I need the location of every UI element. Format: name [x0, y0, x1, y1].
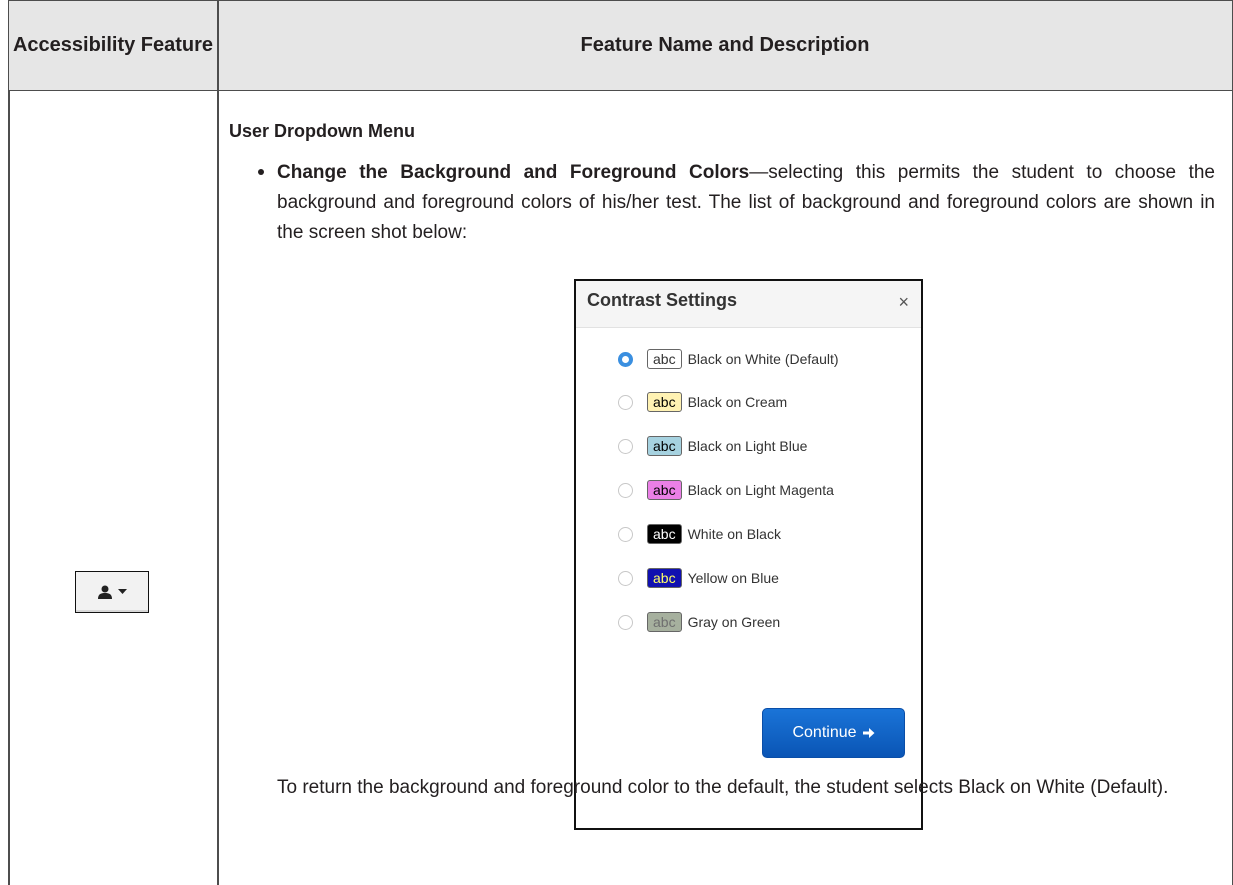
- arrow-right-icon: [862, 728, 875, 738]
- contrast-option-label: Yellow on Blue: [687, 570, 779, 586]
- contrast-swatch: abc: [647, 349, 682, 369]
- contrast-swatch: abc: [647, 524, 682, 544]
- close-icon[interactable]: ×: [898, 293, 909, 311]
- header-accessibility-feature: Accessibility Feature: [12, 34, 214, 56]
- contrast-radio[interactable]: [618, 482, 633, 498]
- contrast-settings-dialog: Contrast Settings × abc Black on White (D…: [574, 279, 923, 830]
- continue-button[interactable]: Continue: [762, 708, 905, 758]
- section-title: User Dropdown Menu: [229, 121, 416, 141]
- contrast-radio[interactable]: [618, 526, 633, 542]
- contrast-option[interactable]: abc White on Black: [618, 522, 781, 546]
- contrast-radio[interactable]: [618, 394, 633, 410]
- contrast-swatch: abc: [647, 568, 682, 588]
- contrast-radio[interactable]: [618, 438, 633, 454]
- user-dropdown-button[interactable]: [75, 571, 149, 613]
- contrast-option[interactable]: abc Yellow on Blue: [618, 566, 779, 590]
- contrast-swatch: abc: [647, 436, 682, 456]
- column-divider: [217, 0, 219, 885]
- table-left-border: [8, 91, 10, 885]
- caret-down-icon: [118, 589, 127, 594]
- bullet-icon: [258, 169, 264, 175]
- contrast-option-label: Black on Light Magenta: [687, 482, 834, 498]
- contrast-option-label: Black on Cream: [687, 394, 788, 410]
- contrast-option[interactable]: abc Black on Light Magenta: [618, 478, 834, 502]
- contrast-option[interactable]: abc Gray on Green: [618, 610, 780, 634]
- contrast-swatch: abc: [647, 392, 682, 412]
- contrast-option[interactable]: abc Black on Cream: [618, 390, 787, 414]
- feature-name: Change the Background and Foreground Col…: [277, 162, 750, 183]
- contrast-swatch: abc: [647, 480, 682, 500]
- feature-description: Change the Background and Foreground Col…: [277, 158, 1215, 248]
- contrast-radio[interactable]: [618, 614, 633, 630]
- contrast-swatch: abc: [647, 612, 682, 632]
- dialog-header: Contrast Settings ×: [576, 281, 921, 328]
- contrast-option[interactable]: abc Black on White (Default): [618, 347, 839, 371]
- contrast-option-label: Black on Light Blue: [687, 438, 808, 454]
- contrast-radio[interactable]: [618, 351, 633, 367]
- accessibility-table: Accessibility Feature Feature Name and D…: [0, 0, 1233, 885]
- contrast-option[interactable]: abc Black on Light Blue: [618, 434, 807, 458]
- continue-label: Continue: [792, 724, 857, 741]
- contrast-option-label: White on Black: [687, 526, 781, 542]
- contrast-option-label: Gray on Green: [687, 614, 781, 630]
- default-instructions: To return the background and foreground …: [277, 777, 1169, 798]
- contrast-radio[interactable]: [618, 570, 633, 586]
- user-icon: [98, 585, 112, 599]
- dialog-title: Contrast Settings: [587, 290, 738, 310]
- header-feature-name-description: Feature Name and Description: [580, 34, 870, 56]
- contrast-option-label: Black on White (Default): [687, 351, 839, 367]
